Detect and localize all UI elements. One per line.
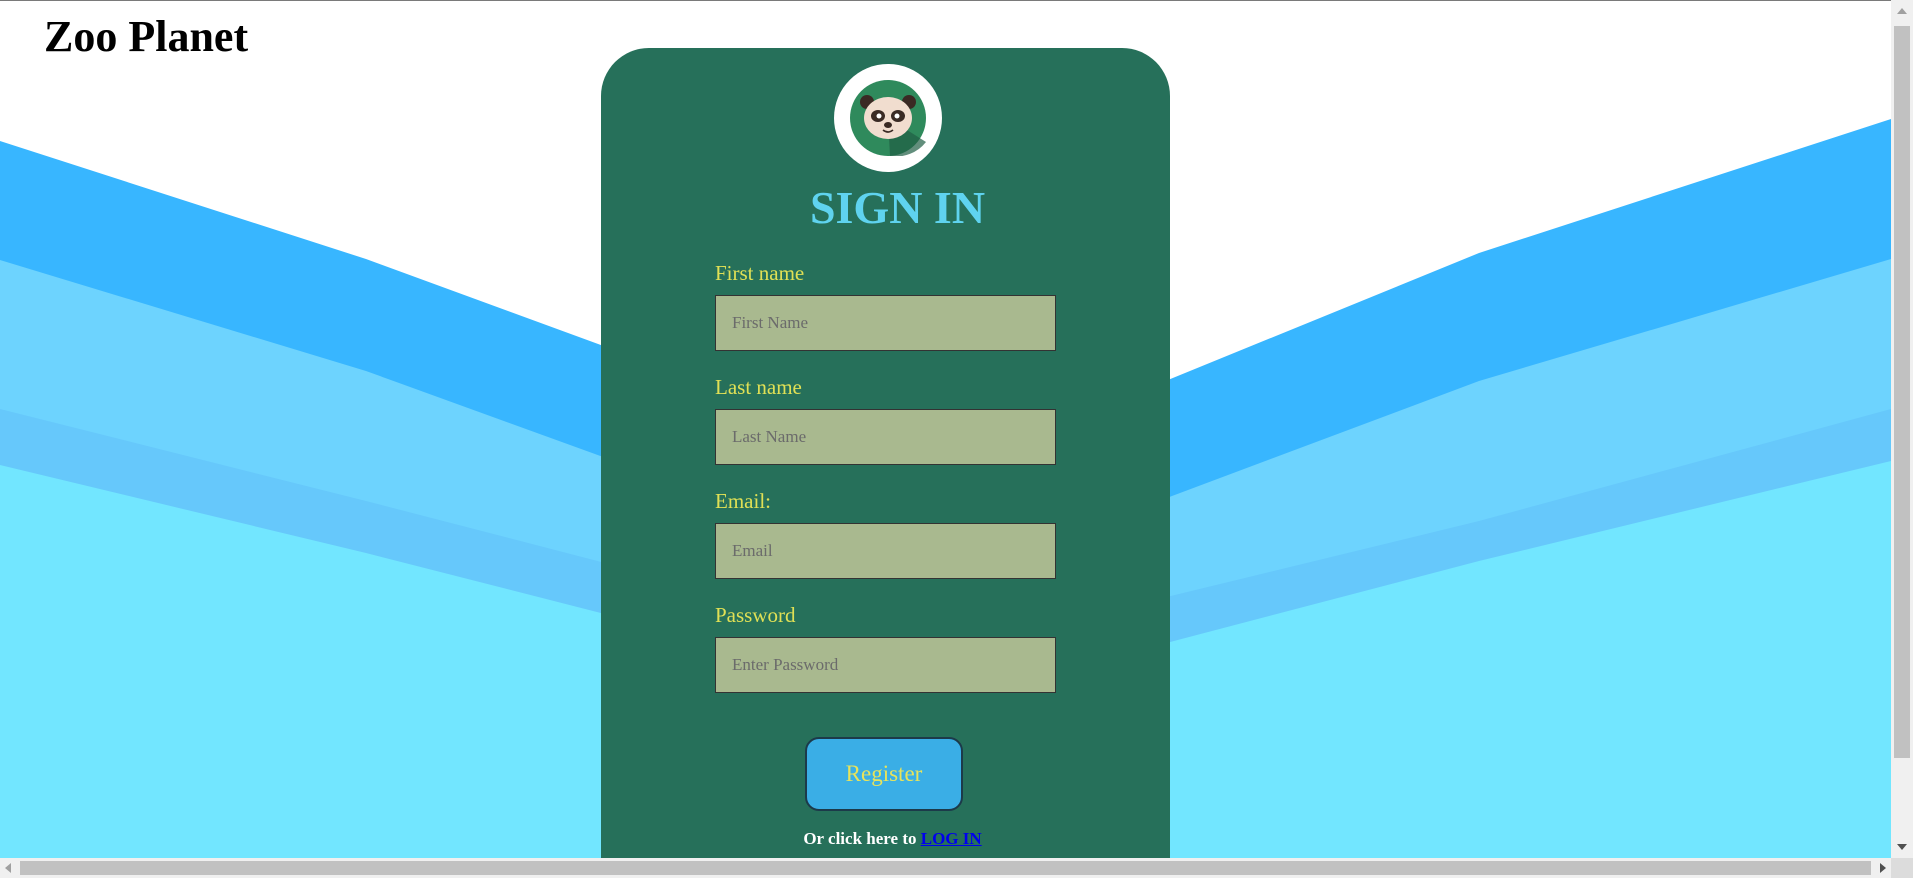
login-prompt: Or click here to xyxy=(803,829,917,848)
horizontal-scrollbar[interactable] xyxy=(0,858,1891,878)
last-name-input[interactable] xyxy=(715,409,1056,465)
scroll-up-icon[interactable] xyxy=(1897,8,1907,14)
email-label: Email: xyxy=(715,489,771,513)
site-title: Zoo Planet xyxy=(44,12,249,61)
login-note: Or click here to LOG IN xyxy=(601,829,1170,849)
horizontal-scroll-thumb[interactable] xyxy=(20,861,1871,875)
password-label: Password xyxy=(715,603,796,627)
vertical-scrollbar[interactable] xyxy=(1891,0,1913,858)
vertical-scroll-thumb[interactable] xyxy=(1894,26,1910,758)
sign-in-heading: SIGN IN xyxy=(809,182,986,233)
page-viewport: Zoo Planet SIGN IN First name Last name … xyxy=(0,0,1891,858)
scroll-right-icon[interactable] xyxy=(1880,863,1886,873)
panda-icon xyxy=(850,80,926,156)
email-input[interactable] xyxy=(715,523,1056,579)
password-input[interactable] xyxy=(715,637,1056,693)
last-name-label: Last name xyxy=(715,375,802,399)
login-link[interactable]: LOG IN xyxy=(921,829,982,848)
scroll-down-icon[interactable] xyxy=(1897,844,1907,850)
scroll-left-icon[interactable] xyxy=(5,863,11,873)
scrollbar-corner xyxy=(1891,858,1913,878)
first-name-input[interactable] xyxy=(715,295,1056,351)
first-name-label: First name xyxy=(715,261,805,285)
avatar xyxy=(834,64,942,172)
register-button[interactable]: Register xyxy=(805,737,963,811)
